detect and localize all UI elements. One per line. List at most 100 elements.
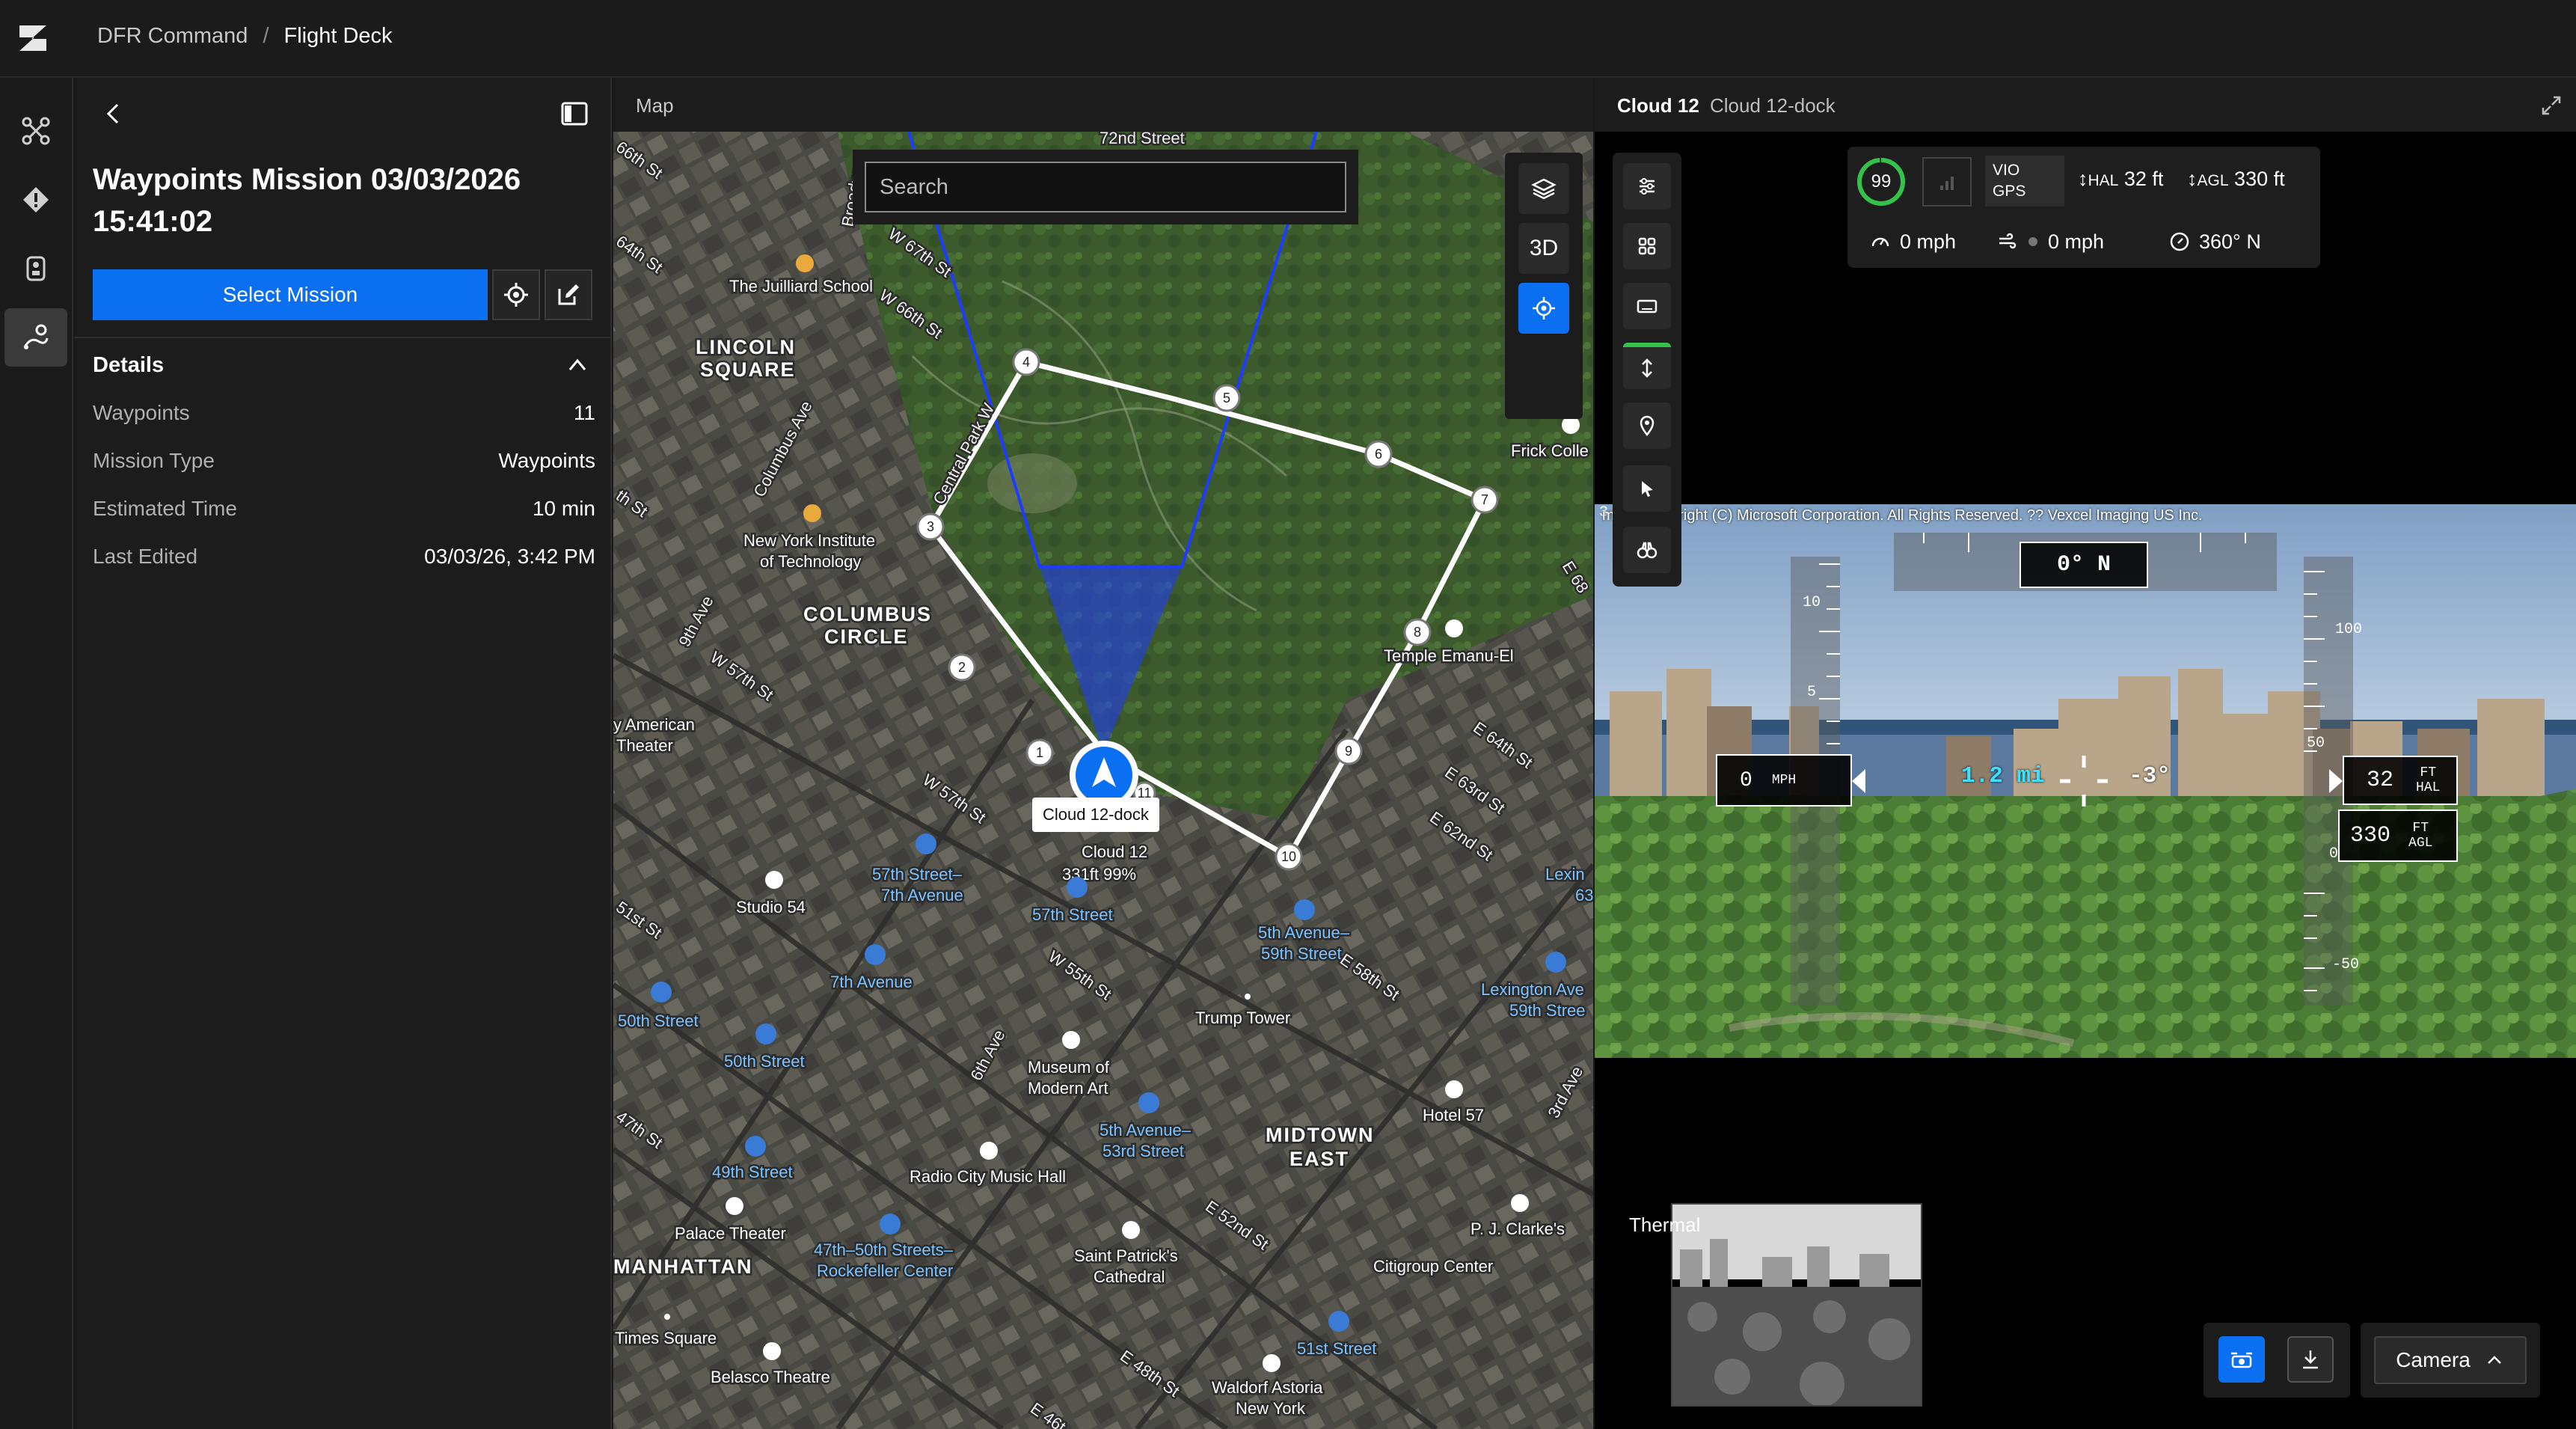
nav-alert-icon[interactable] bbox=[4, 171, 67, 229]
hud-heading: 0° N bbox=[2020, 542, 2148, 588]
nav-dock-icon[interactable] bbox=[4, 239, 67, 298]
map-label-metro: 7th Avenue bbox=[881, 886, 963, 905]
expand-icon[interactable] bbox=[2539, 93, 2564, 118]
hud-scale-right: 0 bbox=[2329, 845, 2338, 863]
camera-button-label: Camera bbox=[2396, 1348, 2471, 1371]
detail-value: Waypoints bbox=[498, 449, 595, 472]
poi-icon bbox=[1062, 1031, 1080, 1049]
map-label-metro: 50th Street bbox=[618, 1012, 699, 1030]
hud-unit-agl: AGL bbox=[2408, 836, 2433, 851]
map-label-columbus: COLUMBUS bbox=[803, 603, 932, 625]
nav-missions-icon[interactable] bbox=[4, 308, 67, 367]
capture-button[interactable] bbox=[2218, 1336, 2265, 1383]
hud-scale-left: 5 bbox=[1807, 684, 1816, 701]
place-marker-button[interactable] bbox=[1623, 403, 1671, 449]
map-label-american: Theater bbox=[616, 736, 673, 755]
main-video-feed[interactable]: 10 5 100 50 0 -50 3 ment: Copyright (C) … bbox=[1595, 504, 2576, 1058]
detail-row-last-edited: Last Edited 03/03/26, 3:42 PM bbox=[93, 545, 595, 569]
map-search-input[interactable] bbox=[865, 162, 1346, 212]
waypoint-label: 7 bbox=[1481, 492, 1488, 507]
keyboard-button[interactable] bbox=[1623, 283, 1671, 329]
gps-label: GPS bbox=[1993, 183, 2026, 200]
app-logo-icon[interactable] bbox=[16, 21, 51, 55]
hud-scale-left: 10 bbox=[1803, 594, 1821, 611]
status-dot-icon bbox=[2028, 237, 2037, 246]
map-label-columbus: CIRCLE bbox=[824, 625, 909, 648]
metro-icon bbox=[1138, 1092, 1159, 1113]
battery-percent: 99 bbox=[1871, 171, 1892, 192]
map-label-metro: 7th Avenue bbox=[830, 973, 913, 991]
altitude-icon bbox=[1642, 358, 1652, 378]
locate-mission-button[interactable] bbox=[492, 269, 540, 320]
waypoint-6[interactable]: 6 bbox=[1364, 440, 1393, 468]
drone-capture-icon bbox=[2231, 1352, 2252, 1368]
details-heading: Details bbox=[93, 353, 165, 377]
camera-dock-name: Cloud 12-dock bbox=[1710, 94, 1836, 117]
divider bbox=[75, 337, 610, 338]
detail-row-mission-type: Mission Type Waypoints bbox=[93, 449, 595, 473]
signal-indicator bbox=[1922, 157, 1972, 206]
map-label-midtown: MIDTOWN bbox=[1266, 1124, 1374, 1146]
map-label-metro: 59th Street bbox=[1261, 944, 1342, 963]
altitude-button[interactable] bbox=[1623, 343, 1671, 389]
grid-view-button[interactable] bbox=[1623, 223, 1671, 269]
poi-icon bbox=[1445, 1080, 1463, 1098]
chevron-up-icon[interactable] bbox=[564, 352, 591, 379]
waypoint-2[interactable]: 2 bbox=[948, 653, 976, 682]
waypoint-3[interactable]: 3 bbox=[916, 512, 945, 541]
hal-readout: ↕HAL 32 ft bbox=[2078, 168, 2164, 190]
street-label: 72nd Street bbox=[1100, 132, 1185, 147]
waypoint-7[interactable]: 7 bbox=[1471, 486, 1499, 514]
positioning-status: VIO GPS bbox=[1985, 156, 2064, 206]
telemetry-row: 0 mph 0 mph 360° N bbox=[1847, 218, 2320, 265]
map-canvas[interactable]: 1 2 3 4 5 6 7 8 9 10 11 Cloud 12 331ft 9… bbox=[613, 132, 1593, 1429]
poi-icon bbox=[803, 504, 821, 522]
detail-label: Last Edited bbox=[93, 545, 198, 568]
map-label-citigroup: Citigroup Center bbox=[1373, 1257, 1493, 1276]
agl-prefix: AGL bbox=[2197, 172, 2229, 189]
map-label-metro: 47th–50th Streets– bbox=[814, 1240, 954, 1259]
layers-button[interactable] bbox=[1518, 163, 1569, 214]
map-label-lincoln: SQUARE bbox=[700, 358, 796, 381]
download-button[interactable] bbox=[2287, 1336, 2334, 1383]
detail-label: Estimated Time bbox=[93, 497, 237, 520]
detail-value: 11 bbox=[573, 401, 595, 424]
nav-drone-icon[interactable] bbox=[4, 102, 67, 160]
waypoint-4[interactable]: 4 bbox=[1012, 348, 1040, 376]
poi-icon bbox=[765, 871, 783, 889]
map-label: Map bbox=[636, 94, 674, 117]
waypoint-9[interactable]: 9 bbox=[1334, 737, 1363, 765]
select-mission-button[interactable]: Select Mission bbox=[93, 269, 488, 320]
metro-icon bbox=[1328, 1311, 1349, 1332]
map-label-metro: 57th Street– bbox=[872, 865, 963, 884]
waypoint-label: 5 bbox=[1223, 391, 1230, 406]
settings-sliders-button[interactable] bbox=[1623, 163, 1671, 209]
back-chevron-icon[interactable] bbox=[97, 97, 130, 130]
poi-icon bbox=[796, 254, 814, 272]
poi-dot bbox=[664, 1314, 670, 1320]
pointer-button[interactable] bbox=[1623, 465, 1671, 512]
waypoint-8[interactable]: 8 bbox=[1403, 618, 1432, 646]
camera-select-button[interactable]: Camera bbox=[2374, 1336, 2527, 1384]
waypoint-10[interactable]: 10 bbox=[1275, 842, 1303, 871]
hud-hal-unit: FT HAL bbox=[2416, 765, 2440, 795]
panel-toggle-icon[interactable] bbox=[556, 96, 592, 132]
top-bar: DFR Command / Flight Deck bbox=[0, 0, 2576, 78]
hud-pitch: -3° bbox=[2129, 763, 2171, 789]
waypoint-5[interactable]: 5 bbox=[1212, 384, 1241, 412]
map-label-waldorf: New York bbox=[1236, 1399, 1306, 1418]
3d-toggle-button[interactable]: 3D bbox=[1518, 223, 1569, 274]
recenter-button[interactable] bbox=[1518, 283, 1569, 334]
waypoint-1[interactable]: 1 bbox=[1025, 738, 1054, 767]
mission-panel: Waypoints Mission 03/03/2026 15:41:02 Se… bbox=[75, 78, 612, 1429]
breadcrumb-separator: / bbox=[263, 24, 269, 48]
thermal-video-feed[interactable] bbox=[1671, 1203, 1922, 1407]
map-label-manhattan: MANHATTAN bbox=[613, 1255, 752, 1278]
breadcrumb-root[interactable]: DFR Command bbox=[97, 24, 248, 49]
edit-mission-button[interactable] bbox=[545, 269, 592, 320]
map-label-trump: Trump Tower bbox=[1195, 1009, 1290, 1027]
waypoint-label: 2 bbox=[958, 660, 966, 675]
hud-unit-ft: FT bbox=[2420, 765, 2437, 780]
binoculars-button[interactable] bbox=[1623, 527, 1671, 573]
map-label-rcmh: Radio City Music Hall bbox=[910, 1167, 1066, 1186]
